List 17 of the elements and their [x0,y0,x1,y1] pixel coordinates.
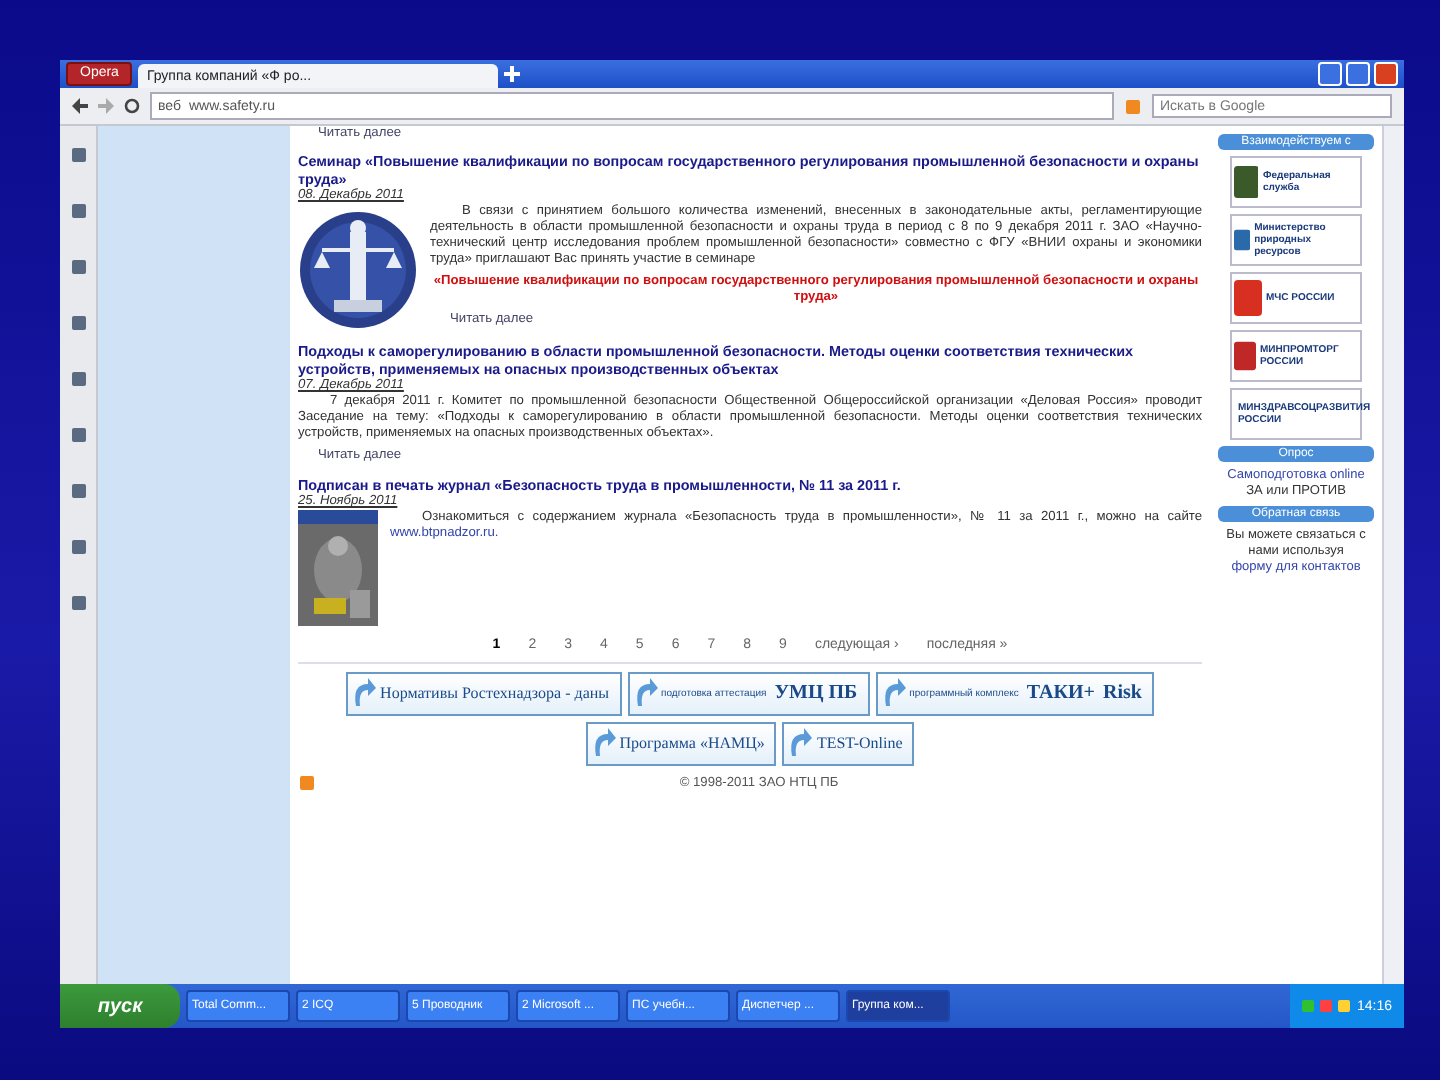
banner-link[interactable]: Нормативы Ростехнадзора - даны [346,672,622,716]
close-button[interactable] [1374,62,1398,86]
banner-link[interactable]: TEST-Online [782,722,915,766]
plus-icon[interactable] [504,66,521,82]
arrow-icon [879,676,906,708]
back-icon[interactable] [72,98,88,114]
arrow-icon [350,676,377,708]
maximize-button[interactable] [1346,62,1370,86]
start-button[interactable]: пуск [60,984,180,1028]
banner-link[interactable]: Программа «НАМЦ» [585,722,777,766]
minimize-button[interactable] [1318,62,1342,86]
rss-icon[interactable] [298,774,316,792]
arrow-icon [589,726,616,758]
arrow-icon [786,726,813,758]
arrow-icon [631,676,658,708]
reload-icon[interactable] [124,98,140,114]
scrollbar[interactable] [1382,126,1404,984]
